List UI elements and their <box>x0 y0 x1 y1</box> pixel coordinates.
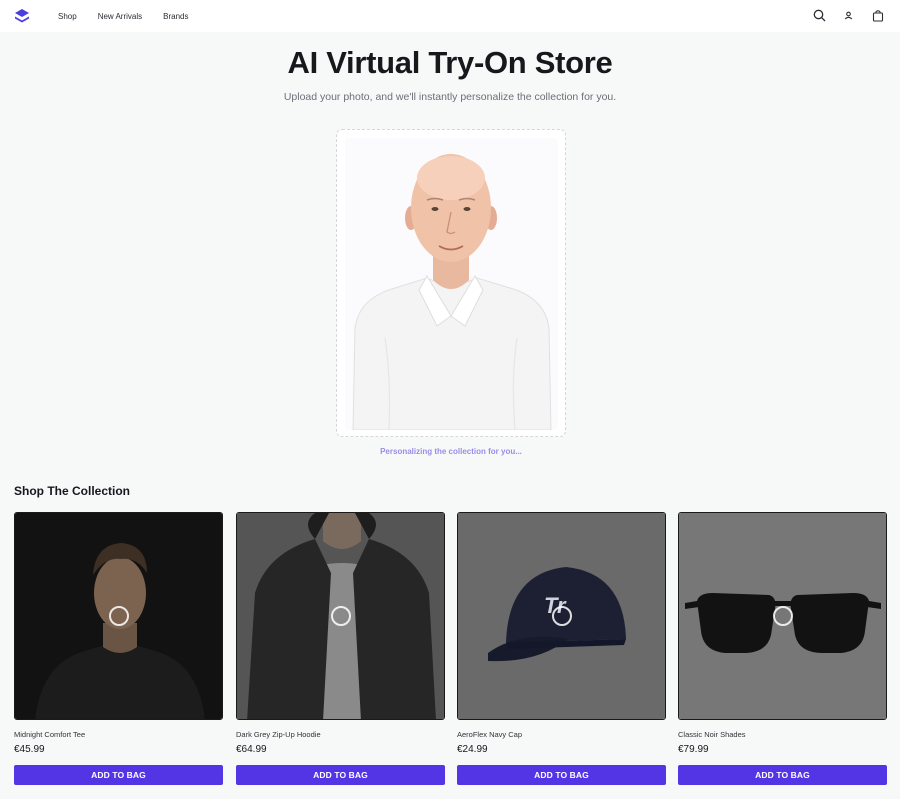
search-icon[interactable] <box>811 7 828 24</box>
product-price: €24.99 <box>457 744 488 755</box>
user-icon[interactable] <box>840 7 857 24</box>
product-card: Tr AeroFlex Navy Cap €24.99 ADD TO BAG <box>457 512 666 785</box>
bag-icon[interactable] <box>869 7 886 24</box>
uploaded-photo <box>345 138 558 430</box>
logo-icon[interactable] <box>14 8 30 24</box>
product-card: Dark Grey Zip-Up Hoodie €64.99 ADD TO BA… <box>236 512 445 785</box>
product-price: €45.99 <box>14 744 45 755</box>
add-to-bag-button[interactable]: ADD TO BAG <box>678 765 887 785</box>
page-subtitle: Upload your photo, and we'll instantly p… <box>283 91 617 103</box>
product-name: AeroFlex Navy Cap <box>457 730 523 739</box>
top-nav-bar: Shop New Arrivals Brands <box>0 0 900 32</box>
loading-spinner-icon <box>108 606 129 626</box>
product-price: €64.99 <box>236 744 267 755</box>
nav-new-arrivals-link[interactable]: New Arrivals <box>98 12 142 21</box>
main-nav: Shop New Arrivals Brands <box>58 0 210 32</box>
page-title: AI Virtual Try-On Store <box>287 45 613 80</box>
product-name: Dark Grey Zip-Up Hoodie <box>236 730 321 739</box>
add-to-bag-button[interactable]: ADD TO BAG <box>236 765 445 785</box>
product-price: €79.99 <box>678 744 709 755</box>
nav-brands-link[interactable]: Brands <box>163 12 188 21</box>
add-to-bag-button[interactable]: ADD TO BAG <box>14 765 223 785</box>
photo-upload-area[interactable] <box>336 129 566 437</box>
product-name: Midnight Comfort Tee <box>14 730 86 739</box>
loading-spinner-icon <box>551 606 572 626</box>
nav-shop-link[interactable]: Shop <box>58 12 77 21</box>
collection-title: Shop The Collection <box>14 484 130 498</box>
product-name: Classic Noir Shades <box>678 730 746 739</box>
product-image[interactable] <box>236 512 445 720</box>
add-to-bag-button[interactable]: ADD TO BAG <box>457 765 666 785</box>
product-image[interactable] <box>14 512 223 720</box>
product-card: Midnight Comfort Tee €45.99 ADD TO BAG <box>14 512 223 785</box>
loading-spinner-icon <box>330 606 351 626</box>
product-card: Classic Noir Shades €79.99 ADD TO BAG <box>678 512 887 785</box>
loading-spinner-icon <box>772 606 793 626</box>
header-actions <box>811 7 886 24</box>
product-image[interactable] <box>678 512 887 720</box>
personalizing-status: Personalizing the collection for you... <box>380 447 522 456</box>
product-image[interactable]: Tr <box>457 512 666 720</box>
